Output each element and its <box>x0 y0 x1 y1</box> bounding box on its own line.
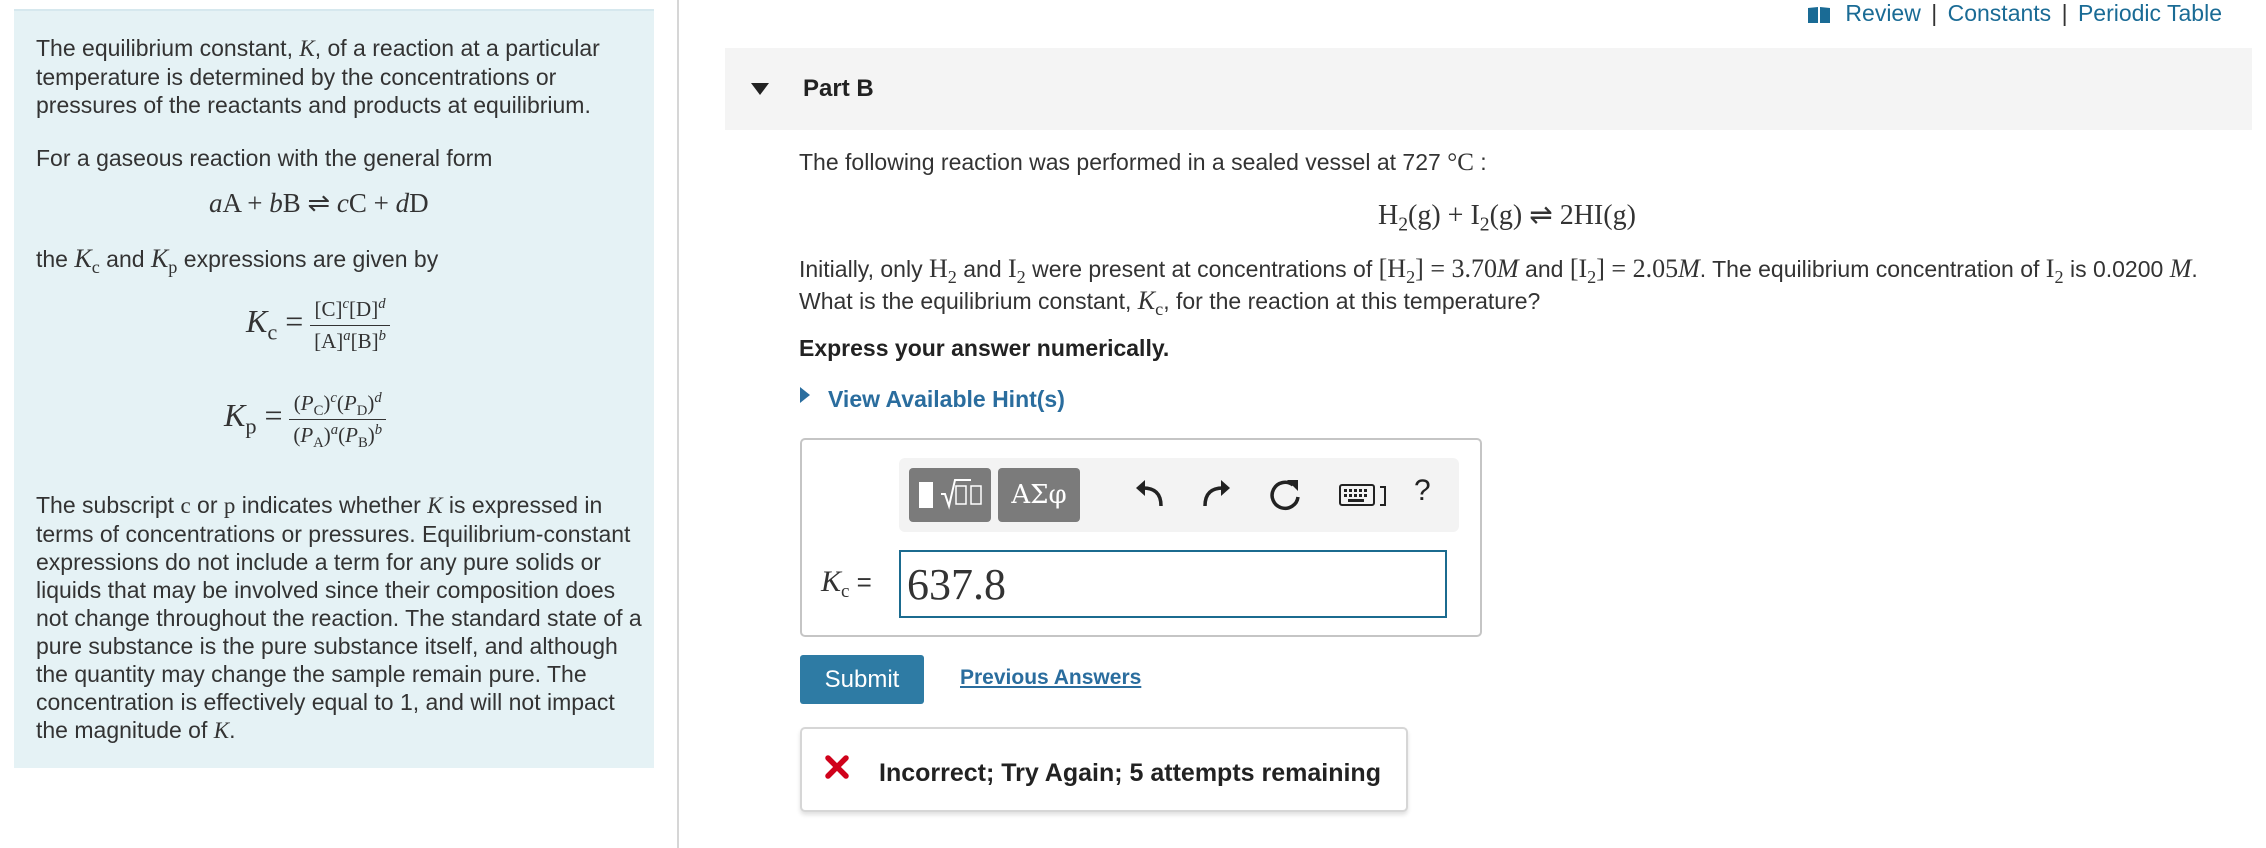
greek-symbols-button[interactable]: ΑΣφ <box>998 468 1080 522</box>
kc-label: Kc = <box>821 565 872 603</box>
feedback-box: Incorrect; Try Again; 5 attempts remaini… <box>800 727 1408 812</box>
general-form-text: For a gaseous reaction with the general … <box>36 145 493 171</box>
part-title: Part B <box>803 75 874 102</box>
periodic-table-link[interactable]: Periodic Table <box>2078 0 2222 26</box>
link-separator: | <box>2061 0 2068 26</box>
question-text: Initially, only H2 and I2 were present a… <box>799 254 2198 320</box>
intro-text: The equilibrium constant, K, of a reacti… <box>36 35 600 118</box>
review-link[interactable]: Review <box>1845 0 1920 26</box>
general-equation: aA + bB ⇌ cC + dD <box>209 188 429 218</box>
undo-icon[interactable] <box>1133 476 1167 512</box>
templates-button[interactable] <box>909 468 991 522</box>
previous-answers-link[interactable]: Previous Answers <box>960 666 1141 690</box>
panel-divider <box>677 0 679 848</box>
redo-icon[interactable] <box>1199 476 1233 512</box>
link-separator: | <box>1931 0 1938 26</box>
book-icon <box>1808 7 1831 23</box>
hint-caret-icon[interactable] <box>800 387 810 403</box>
math-toolbar: ΑΣφ ? <box>899 458 1459 532</box>
incorrect-x-icon <box>825 755 849 779</box>
answer-input[interactable] <box>899 550 1447 618</box>
kc-expression: Kc = [C]c[D]d [A]a[B]b <box>246 297 390 354</box>
explanation-text: The subscript c or p indicates whether K… <box>36 492 642 743</box>
kp-expression: Kp = (PC)c(PD)d (PA)a(PB)b <box>224 391 387 451</box>
keyboard-icon[interactable] <box>1339 482 1389 510</box>
answer-box: ΑΣφ ? Kc = <box>800 438 1482 637</box>
header-links: Review | Constants | Periodic Table <box>1807 0 2222 27</box>
question-intro: The following reaction was performed in … <box>799 149 1487 176</box>
reset-icon[interactable] <box>1267 476 1303 514</box>
collapse-caret-icon[interactable] <box>751 83 769 95</box>
info-panel: The equilibrium constant, K, of a reacti… <box>14 9 654 768</box>
template-icon <box>919 479 982 510</box>
part-b-header[interactable]: Part B <box>725 48 2252 130</box>
help-button[interactable]: ? <box>1414 474 1431 508</box>
feedback-text: Incorrect; Try Again; 5 attempts remaini… <box>879 759 1381 787</box>
constants-link[interactable]: Constants <box>1948 0 2052 26</box>
submit-button[interactable]: Submit <box>800 655 924 704</box>
expressions-text: the Kc and Kp expressions are given by <box>36 244 439 278</box>
instruction-text: Express your answer numerically. <box>799 335 1170 361</box>
reaction-equation: H2(g) + I2(g) ⇌ 2HI(g) <box>1378 200 1636 236</box>
view-hints-link[interactable]: View Available Hint(s) <box>828 386 1065 413</box>
